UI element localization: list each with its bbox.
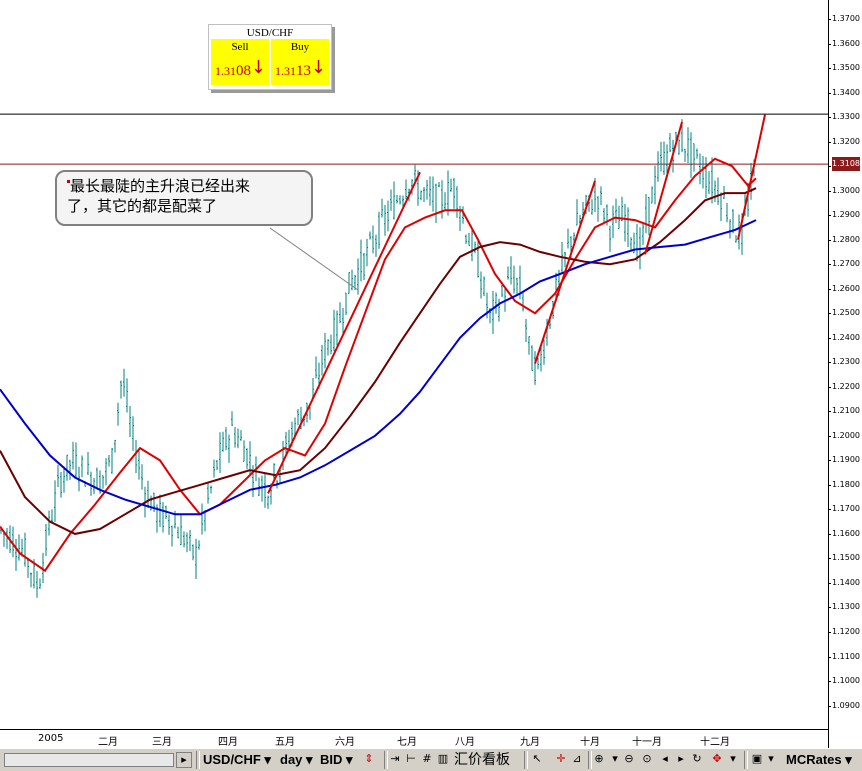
sell-price: 1.3108 [215,63,251,79]
quote-widget: USD/CHF Sell 1.3108 ↓ Buy 1.3113 ↓ [208,24,332,90]
x-tick-label: 二月 [98,737,118,748]
buy-label: Buy [290,41,310,53]
price-type-dropdown[interactable]: BID ▾ [320,751,353,769]
y-tick-label: 1.3300 [828,112,860,122]
mcrates-menu[interactable]: MCRates ▾ [786,751,852,769]
ma-slow-line [0,219,757,516]
indicators-icon[interactable]: ▥ [436,752,450,766]
x-tick-label: 七月 [397,737,417,748]
x-tick-label: 十二月 [700,737,730,748]
shift-chart-icon[interactable]: ⇥ [388,752,402,766]
sell-down-arrow-icon: ↓ [250,57,266,78]
y-tick-label: 1.2100 [828,406,860,416]
scroll-right-icon[interactable]: ▸ [176,752,192,768]
y-tick-label: 1.1400 [828,577,860,587]
trend-line [534,180,596,364]
date-axis[interactable]: 2005 二月 三月 四月 五月 六月 七月 八月 九月 十月 十一月 十二月 [0,729,828,749]
chart-canvas[interactable] [0,0,828,729]
chart-type-icon[interactable]: ⇕ [362,752,376,766]
price-chart[interactable]: USD/CHF Sell 1.3108 ↓ Buy 1.3113 ↓ 最长最陡的… [0,0,828,748]
x-tick-label: 三月 [152,737,172,748]
fit-icon[interactable]: ⊙ [640,752,654,766]
zoom-in-icon[interactable]: ⊕ [592,752,606,766]
cursor-icon[interactable]: ↖ [530,752,544,766]
scrollbar-track[interactable] [4,753,174,767]
y-tick-label: 1.1000 [828,676,860,686]
dropdown-icon[interactable]: ▾ [726,752,740,766]
toolbar-divider [744,751,748,769]
scroll-left-icon[interactable]: ◂ [658,752,672,766]
x-tick-label: 八月 [455,737,475,748]
zoom-menu-icon[interactable]: ▾ [608,752,622,766]
buy-box[interactable]: Buy 1.3113 ↓ [271,39,329,85]
scroll-right-icon[interactable]: ▸ [674,752,688,766]
toolbar-divider [524,751,528,769]
annotation-line-2: 了，其它的都是配菜了 [67,197,218,215]
y-tick-label: 1.2500 [828,308,860,318]
move-icon[interactable]: ✥ [710,752,724,766]
y-tick-label: 1.2300 [828,357,860,367]
symbol-dropdown[interactable]: USD/CHF ▾ [203,751,271,769]
y-tick-label: 1.3500 [828,63,860,73]
grid-icon[interactable]: # [420,752,434,766]
buy-down-arrow-icon: ↓ [310,57,326,78]
window-icon[interactable]: ▣ [750,752,764,766]
x-tick-label: 2005 [38,733,64,744]
y-tick-label: 1.3000 [828,185,860,195]
crosshair-icon[interactable]: ✛ [554,752,568,766]
y-tick-label: 1.3200 [828,136,860,146]
x-tick-label: 六月 [335,737,355,748]
y-tick-label: 1.1100 [828,651,860,661]
sell-label: Sell [231,41,249,53]
y-tick-label: 1.1300 [828,602,860,612]
y-tick-label: 1.2000 [828,430,860,440]
y-tick-label: 1.1900 [828,455,860,465]
refresh-icon[interactable]: ↻ [690,752,704,766]
y-tick-label: 1.2600 [828,283,860,293]
y-tick-label: 1.3700 [828,14,860,23]
y-tick-label: 1.2200 [828,381,860,391]
y-tick-label: 1.0900 [828,700,860,710]
y-tick-label: 1.1200 [828,627,860,636]
y-tick-label: 1.2900 [828,210,860,220]
autoscroll-icon[interactable]: ⊢ [404,752,418,766]
y-tick-label: 1.1500 [828,553,860,563]
current-price-badge: 1.3108 [832,157,860,172]
annotation-pointer [269,227,359,291]
zoom-out-icon[interactable]: ⊖ [622,752,636,766]
window-menu-icon[interactable]: ▾ [764,752,778,766]
quote-symbol: USD/CHF [246,27,294,39]
x-tick-label: 九月 [520,737,540,748]
tools-icon[interactable]: ⊿ [570,752,584,766]
y-tick-label: 1.1700 [828,504,860,514]
timeframe-dropdown[interactable]: day ▾ [280,751,313,769]
buy-price: 1.3113 [275,63,311,79]
y-tick-label: 1.2400 [828,332,860,342]
y-tick-label: 1.1600 [828,528,860,538]
x-tick-label: 十一月 [632,737,662,748]
x-tick-label: 十月 [580,737,600,748]
y-tick-label: 1.3600 [828,38,860,48]
annotation-line-1: 最长最陡的主升浪已经出来 [70,177,251,195]
toolbar-divider [196,751,200,769]
annotation-callout: 最长最陡的主升浪已经出来 了，其它的都是配菜了 [55,170,313,226]
sell-box[interactable]: Sell 1.3108 ↓ [211,39,269,85]
chart-toolbar: ▸ USD/CHF ▾ day ▾ BID ▾ ⇕ ⇥ ⊢ # ▥ 汇价看板 ↖… [0,748,862,771]
x-tick-label: 四月 [218,737,238,748]
y-tick-label: 1.3400 [828,87,860,97]
x-tick-label: 五月 [275,737,295,748]
y-tick-label: 1.2800 [828,234,860,244]
quote-board-button[interactable]: 汇价看板 [454,751,510,769]
y-tick-label: 1.2700 [828,259,860,269]
y-tick-label: 1.1800 [828,479,860,489]
price-axis[interactable]: 1.3700 1.3600 1.3500 1.3400 1.3300 1.3200 1.31… [828,0,862,748]
